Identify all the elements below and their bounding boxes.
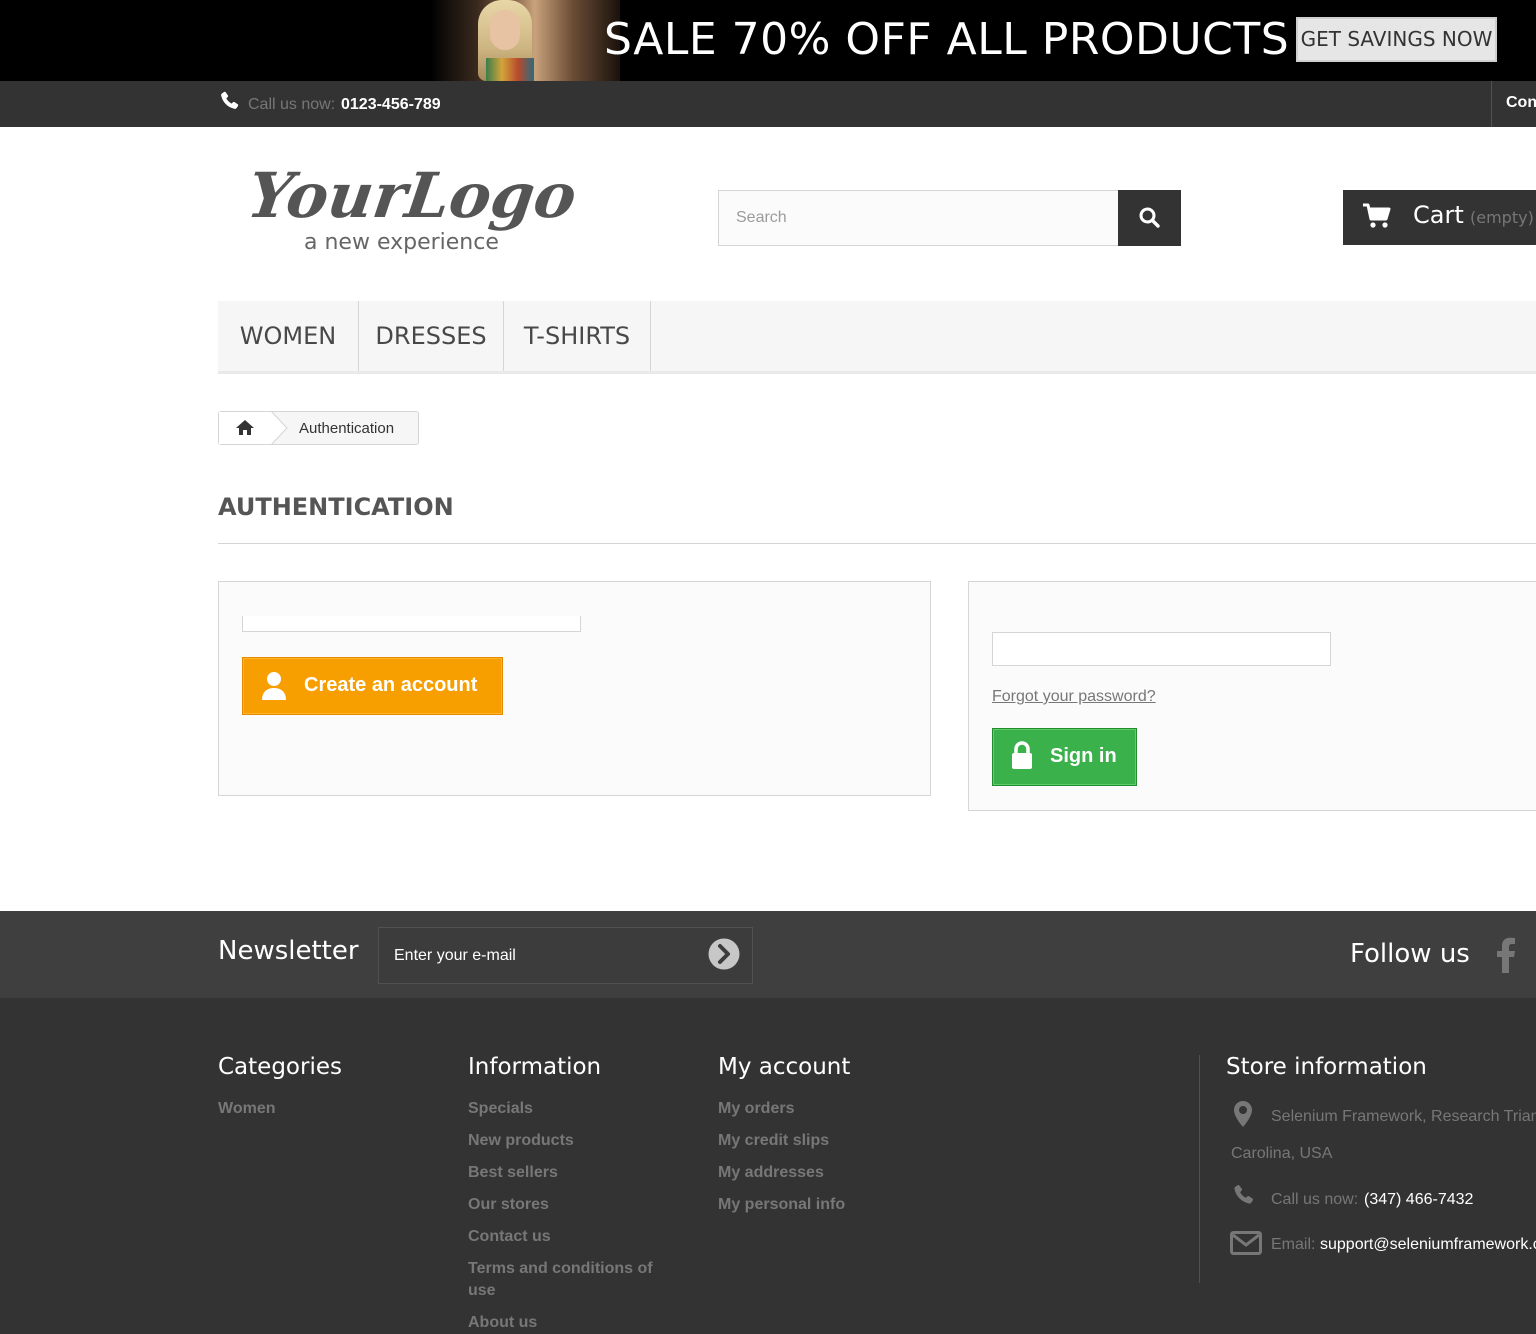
store-call-label: Call us now: [1271,1191,1359,1208]
footer-link-terms[interactable]: Terms and conditions of use [468,1258,668,1302]
svg-text:a new experience: a new experience [304,230,499,255]
footer-link-my-orders[interactable]: My orders [718,1098,794,1120]
breadcrumb-home[interactable] [219,412,271,444]
newsletter-band: Newsletter Follow us [0,911,1536,998]
phone-icon [221,91,239,109]
footer-link-our-stores[interactable]: Our stores [468,1194,549,1216]
store-email-label: Email: [1271,1236,1316,1253]
breadcrumb-separator [270,411,288,445]
footer-link-contact-us[interactable]: Contact us [468,1226,551,1248]
store-logo[interactable]: YourLogo a new experience [250,155,610,265]
footer: Categories Women Information Specials Ne… [0,998,1536,1334]
footer-phone-icon [1234,1184,1254,1204]
user-icon [262,672,286,700]
svg-text:YourLogo: YourLogo [250,159,581,232]
footer-store-title: Store information [1226,1054,1427,1080]
footer-link-specials[interactable]: Specials [468,1098,533,1120]
follow-us-title: Follow us [1350,939,1470,969]
call-us-number: 0123-456-789 [341,96,441,113]
forgot-password-link[interactable]: Forgot your password? [992,688,1156,706]
lock-icon [1012,741,1032,769]
promo-banner[interactable]: SALE 70% OFF ALL PRODUCTS GET SAVINGS NO… [0,0,1536,81]
store-call-number: (347) 466-7432 [1364,1191,1474,1208]
footer-my-account-title: My account [718,1054,851,1080]
footer-link-my-credit-slips[interactable]: My credit slips [718,1130,829,1152]
login-box: Forgot your password? Sign in [968,581,1536,811]
store-address-line1: Selenium Framework, Research Triangle, N… [1271,1108,1536,1125]
footer-categories-title: Categories [218,1054,342,1080]
top-nav: Call us now: 0123-456-789 Contact us [0,81,1536,127]
cart-label: Cart [1413,201,1464,229]
create-account-box: Create an account [218,581,931,796]
breadcrumb: Authentication [218,411,419,445]
facebook-icon[interactable] [1497,937,1515,973]
footer-link-my-addresses[interactable]: My addresses [718,1162,824,1184]
footer-link-about-us[interactable]: About us [468,1312,537,1334]
menu-item-dresses[interactable]: DRESSES [359,301,504,371]
search-button[interactable] [1118,190,1181,246]
store-info-divider [1199,1055,1200,1283]
nav-divider [1491,81,1492,127]
newsletter-email-input[interactable] [378,927,753,984]
cart-status: (empty) [1470,208,1534,227]
envelope-icon [1230,1231,1262,1255]
footer-link-new-products[interactable]: New products [468,1130,574,1152]
menu-item-women[interactable]: WOMEN [218,301,359,371]
cart-icon [1363,203,1391,228]
map-marker-icon [1234,1101,1252,1127]
create-account-label: Create an account [304,674,478,696]
heading-divider [218,543,1536,544]
footer-information-title: Information [468,1054,602,1080]
newsletter-title: Newsletter [218,936,359,966]
search-input[interactable] [718,190,1119,246]
footer-link-best-sellers[interactable]: Best sellers [468,1162,558,1184]
contact-us-link[interactable]: Contact us [1506,94,1536,112]
newsletter-submit-icon[interactable] [708,938,740,970]
sign-in-label: Sign in [1050,745,1117,767]
banner-headline: SALE 70% OFF ALL PRODUCTS [604,14,1290,65]
search-icon [1139,207,1160,228]
banner-model-image [430,0,620,81]
footer-link-my-personal-info[interactable]: My personal info [718,1194,845,1216]
create-account-button[interactable]: Create an account [242,657,503,715]
home-icon [236,420,254,435]
store-address-line2: Carolina, USA [1231,1145,1333,1162]
get-savings-button[interactable]: GET SAVINGS NOW [1296,17,1497,62]
cart-button[interactable]: Cart (empty) [1343,190,1536,245]
breadcrumb-current: Authentication [299,420,395,437]
footer-link-women[interactable]: Women [218,1098,275,1120]
page-title: AUTHENTICATION [218,493,454,521]
email-create-field[interactable] [242,616,581,632]
sign-in-button[interactable]: Sign in [992,728,1137,786]
store-email[interactable]: support@seleniumframework.com [1320,1236,1536,1254]
main-menu: WOMEN DRESSES T-SHIRTS [218,301,1536,374]
menu-item-tshirts[interactable]: T-SHIRTS [504,301,651,371]
call-us-label: Call us now: [248,96,336,113]
password-field[interactable] [992,632,1331,666]
